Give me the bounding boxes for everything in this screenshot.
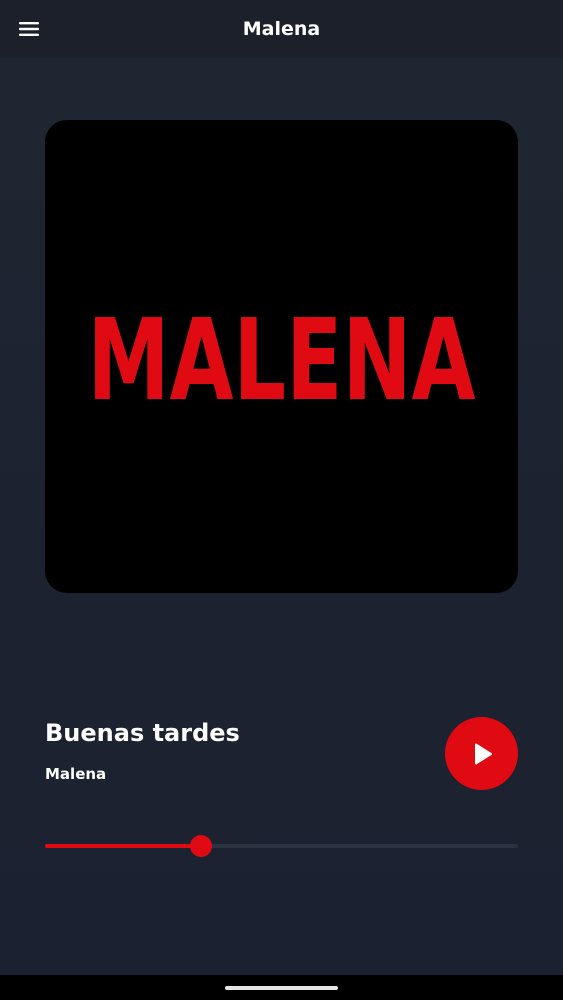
play-icon [474,743,492,764]
page-title: Malena [242,18,321,40]
system-navigation-bar [0,975,563,1000]
slider-thumb[interactable] [190,835,213,857]
album-artwork: MALENA [45,120,518,593]
app-bar: Malena [0,0,563,58]
hamburger-menu-icon [19,22,39,36]
play-button[interactable] [445,717,518,790]
slider-fill [45,844,202,848]
progress-slider[interactable] [45,832,518,860]
station-logo: MALENA [88,296,476,426]
track-artist: Malena [45,765,107,783]
home-indicator[interactable] [225,986,338,990]
svg-text:MALENA: MALENA [88,296,476,426]
track-title: Buenas tardes [45,719,240,747]
menu-button[interactable] [10,10,48,48]
